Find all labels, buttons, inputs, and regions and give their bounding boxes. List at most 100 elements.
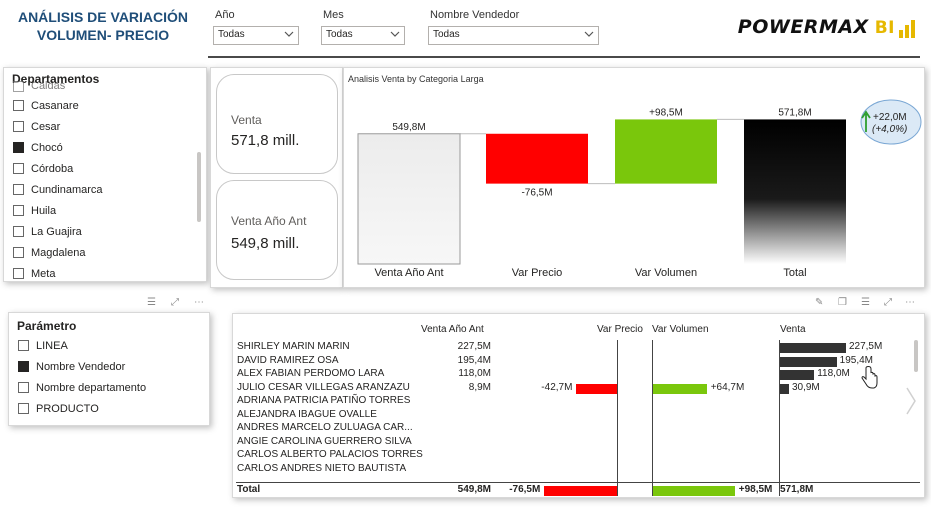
chevron-down-icon: [284, 31, 294, 37]
col-header-prev[interactable]: Venta Año Ant: [421, 324, 484, 335]
checkbox[interactable]: [13, 142, 24, 153]
cell-prev: 195,4M: [457, 354, 491, 366]
cell-venta: 227,5M: [848, 341, 883, 352]
row-name[interactable]: ALEJANDRA IBAGUE OVALLE: [237, 409, 377, 420]
checkbox[interactable]: [18, 403, 29, 414]
row-name[interactable]: DAVID RAMIREZ OSA: [237, 355, 339, 366]
total-precio: -76,5M: [509, 484, 541, 495]
card-venta-ano-ant: Venta Año Ant 549,8 mill.: [216, 180, 338, 280]
row-name[interactable]: ANGIE CAROLINA GUERRERO SILVA: [237, 436, 412, 447]
filter-dropdown-mes[interactable]: Todas: [321, 26, 405, 45]
slicer-item[interactable]: Córdoba: [13, 158, 103, 179]
data-label: 571,8M: [778, 107, 811, 118]
filter-icon[interactable]: ☰: [147, 297, 156, 308]
filter-icon[interactable]: ☰: [861, 297, 870, 308]
more-options-icon[interactable]: ⋯: [194, 297, 204, 308]
checkbox[interactable]: [13, 121, 24, 132]
precio-bar: [576, 383, 617, 394]
row-name[interactable]: CARLOS ALBERTO PALACIOS TORRES: [237, 449, 423, 460]
slicer-item[interactable]: Cesar: [13, 116, 103, 137]
data-label: -76,5M: [521, 188, 552, 199]
checkbox[interactable]: [13, 247, 24, 258]
slicer-item-label: Córdoba: [31, 162, 74, 175]
slicer-item-label: Casanare: [31, 99, 79, 112]
checkbox[interactable]: [13, 205, 24, 216]
filter-value-vendedor: Todas: [433, 29, 460, 40]
col-header-venta[interactable]: Venta: [780, 324, 806, 335]
checkbox[interactable]: [13, 226, 24, 237]
row-name[interactable]: ADRIANA PATRICIA PATIÑO TORRES: [237, 395, 410, 406]
card-label: Venta Año Ant: [231, 214, 307, 228]
row-name[interactable]: CARLOS ANDRES NIETO BAUTISTA: [237, 463, 406, 474]
filter-value-ano: Todas: [218, 29, 245, 40]
venta-bar: [780, 356, 837, 367]
waterfall-chart: Analisis Venta by Categoria Larga 549,8M…: [343, 67, 925, 288]
matrix-table: Venta Año Ant Var Precio Var Volumen Ven…: [232, 313, 925, 498]
checkbox[interactable]: [18, 340, 29, 351]
checkbox[interactable]: [13, 268, 24, 279]
slicer-item[interactable]: PRODUCTO: [18, 398, 146, 419]
checkbox[interactable]: [13, 163, 24, 174]
checkbox[interactable]: [13, 80, 24, 92]
departamentos-slicer: Departamentos Caldas Casanare Cesar Chocó C…: [3, 67, 207, 282]
slicer-item[interactable]: Magdalena: [13, 242, 103, 263]
waterfall-bar[interactable]: [486, 133, 588, 184]
pin-icon[interactable]: ✎: [815, 297, 823, 308]
cell-prev: 8,9M: [468, 381, 491, 393]
slicer-item[interactable]: Casanare: [13, 95, 103, 116]
slicer-item[interactable]: Huila: [13, 200, 103, 221]
focus-mode-icon[interactable]: ⤢: [171, 297, 179, 308]
waterfall-bar[interactable]: [615, 119, 717, 184]
slicer-item-label: Meta: [31, 267, 56, 280]
filter-dropdown-vendedor[interactable]: Todas: [428, 26, 599, 45]
total-volumen: +98,5M: [738, 484, 773, 495]
logo-bi: BI: [874, 18, 895, 38]
scrollbar[interactable]: [197, 152, 201, 222]
waterfall-bar[interactable]: [357, 133, 461, 265]
waterfall-bar[interactable]: [744, 119, 846, 265]
slicer-item[interactable]: Chocó: [13, 137, 103, 158]
slicer-item[interactable]: Nombre departamento: [18, 377, 146, 398]
waterfall-svg: Analisis Venta by Categoria Larga 549,8M…: [348, 74, 922, 279]
col-header-volumen[interactable]: Var Volumen: [652, 324, 709, 335]
parametro-slicer: Parámetro LINEA Nombre Vendedor Nombre dep…: [8, 312, 210, 426]
slicer-item-label: Chocó: [31, 141, 63, 154]
venta-bar: [780, 370, 815, 380]
slicer-item-label: Nombre departamento: [36, 381, 147, 394]
slicer-item-label: La Guajira: [31, 225, 82, 238]
scrollbar[interactable]: [914, 340, 918, 372]
logo-text: POWERMAX: [737, 16, 869, 38]
slicer-item[interactable]: Nombre Vendedor: [18, 356, 146, 377]
total-label: Total: [237, 484, 261, 495]
variation-annotation: +22,0M(+4,0%): [860, 99, 922, 145]
checkbox[interactable]: [13, 184, 24, 195]
hand-cursor-icon: [861, 366, 878, 389]
col-header-precio[interactable]: Var Precio: [597, 324, 643, 335]
slicer-item-partial[interactable]: Caldas: [13, 80, 65, 92]
cell-precio: -42,7M: [541, 381, 573, 393]
row-name[interactable]: JULIO CESAR VILLEGAS ARANZAZU: [237, 382, 410, 393]
slicer-item[interactable]: Cundinamarca: [13, 179, 103, 200]
checkbox[interactable]: [18, 382, 29, 393]
slicer-item-label: PRODUCTO: [36, 402, 99, 415]
copy-icon[interactable]: ❐: [838, 297, 847, 308]
category-label: Venta Año Ant: [374, 267, 443, 279]
row-name[interactable]: ANDRES MARCELO ZULUAGA CAR...: [237, 422, 413, 433]
row-name[interactable]: ALEX FABIAN PERDOMO LARA: [237, 368, 384, 379]
slicer-item[interactable]: LINEA: [18, 335, 146, 356]
card-venta: Venta 571,8 mill.: [216, 74, 338, 174]
filter-label-vendedor: Nombre Vendedor: [430, 9, 520, 21]
filter-dropdown-ano[interactable]: Todas: [213, 26, 299, 45]
chevron-down-icon: [584, 31, 594, 37]
slicer-item[interactable]: Meta: [13, 263, 103, 281]
checkbox[interactable]: [18, 361, 29, 372]
row-name[interactable]: SHIRLEY MARIN MARIN: [237, 341, 350, 352]
checkbox[interactable]: [13, 100, 24, 111]
slicer-item[interactable]: La Guajira: [13, 221, 103, 242]
filter-label-mes: Mes: [323, 9, 344, 21]
slicer-item-label: Magdalena: [31, 246, 86, 259]
chevron-right-icon[interactable]: [904, 386, 918, 416]
title-line-1: ANÁLISIS DE VARIACIÓN: [17, 9, 189, 25]
focus-mode-icon[interactable]: ⤢: [884, 297, 892, 308]
more-options-icon[interactable]: ⋯: [905, 297, 915, 308]
